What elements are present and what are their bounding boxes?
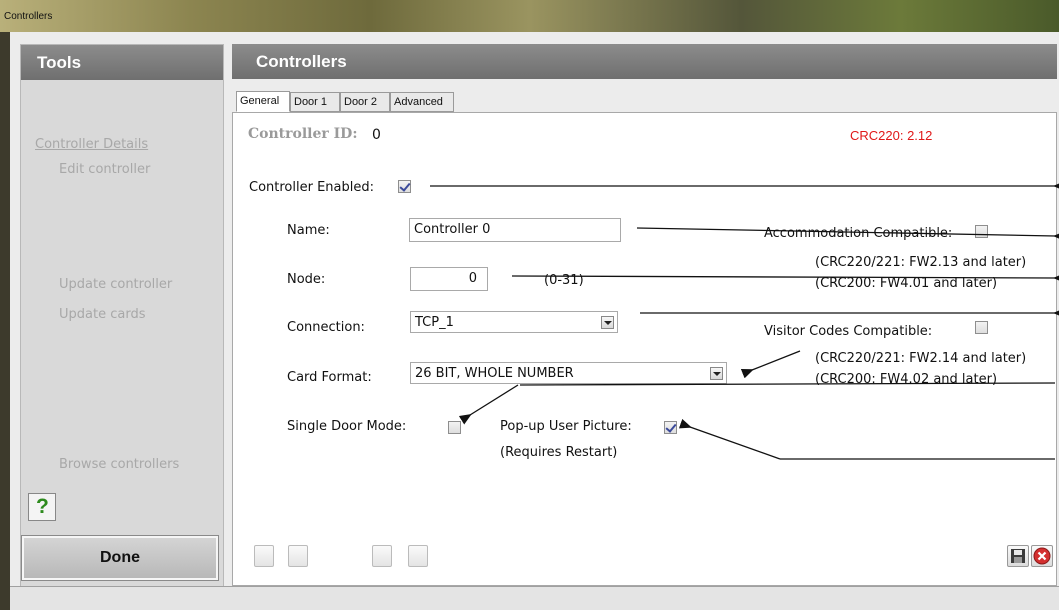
- arrow-popup-picture: [678, 418, 781, 460]
- arrow-card-format: [740, 350, 801, 379]
- arrow-line-card-format: [519, 382, 1056, 386]
- arrow-node: [511, 273, 1059, 284]
- annotation-arrows: [430, 181, 1059, 460]
- arrow-single-door: [458, 384, 519, 425]
- arrow-name: [636, 227, 1059, 242]
